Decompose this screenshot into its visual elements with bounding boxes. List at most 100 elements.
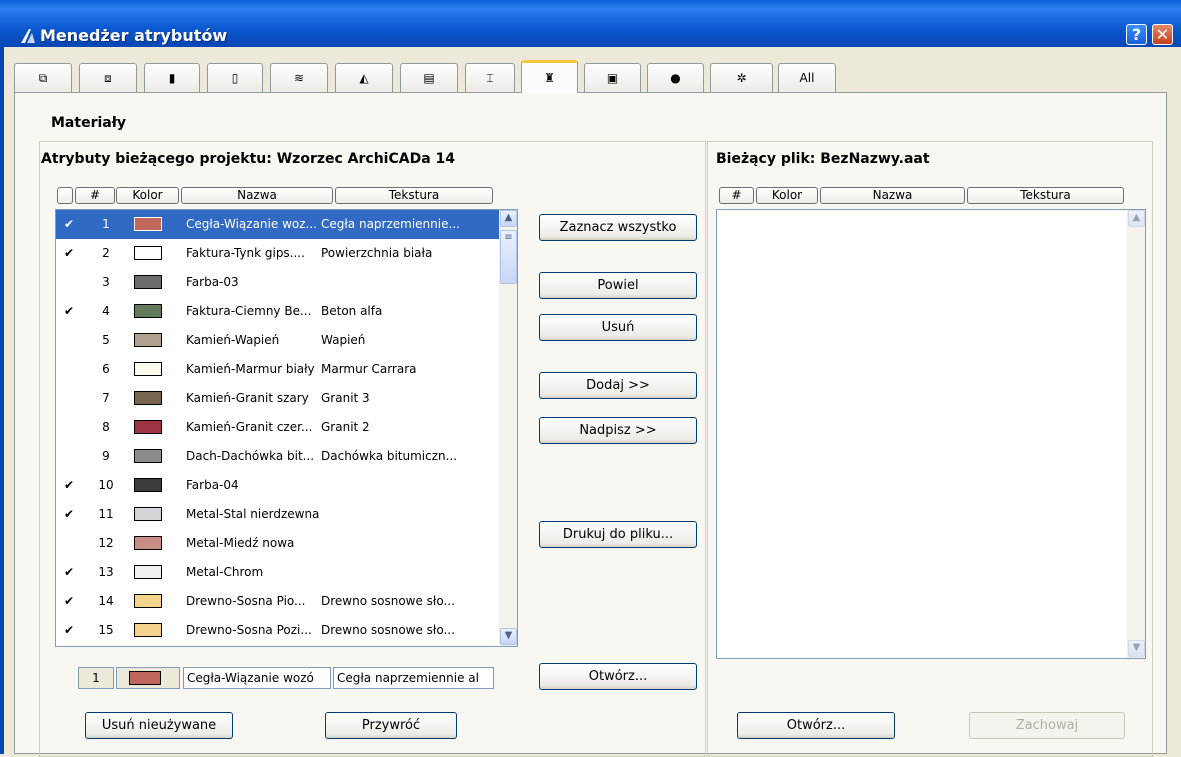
right-header-texture[interactable]: Tekstura: [967, 187, 1124, 204]
print-to-file-button[interactable]: Drukuj do pliku...: [539, 521, 697, 548]
delete-button[interactable]: Usuń: [539, 314, 697, 341]
fill-types-icon: ◭: [359, 71, 369, 85]
table-row[interactable]: ✔ 2 Faktura-Tynk gips.... Powierzchnia biał…: [56, 239, 499, 268]
row-check-mark: ✔: [64, 623, 75, 637]
overwrite-button[interactable]: Nadpisz >>: [539, 417, 697, 444]
table-row[interactable]: ✔ 11 Metal-Stal nierdzewna: [56, 500, 499, 529]
scroll-thumb[interactable]: ≡: [500, 230, 517, 284]
table-row[interactable]: 6 Kamień-Marmur biały Marmur Carrara: [56, 355, 499, 384]
cities-icon: ●: [670, 71, 681, 85]
tab-line-types[interactable]: ≋: [270, 63, 328, 92]
table-row[interactable]: 5 Kamień-Wapień Wapień: [56, 326, 499, 355]
row-name: Dach-Dachówka bit...: [186, 449, 315, 463]
row-name: Faktura-Tynk gips....: [186, 246, 305, 260]
table-row[interactable]: 3 Farba-03: [56, 268, 499, 297]
row-number: 13: [98, 565, 114, 579]
add-button[interactable]: Dodaj >>: [539, 372, 697, 399]
table-row[interactable]: 12 Metal-Miedź nowa: [56, 529, 499, 558]
right-header-name[interactable]: Nazwa: [820, 187, 965, 204]
materials-icon: ♜: [544, 71, 555, 85]
left-scrollbar[interactable]: ▲ ≡ ▼: [499, 210, 517, 646]
tab-mep-systems[interactable]: ✲: [710, 63, 773, 92]
row-name: Farba-04: [186, 478, 239, 492]
table-row[interactable]: ✔ 10 Farba-04: [56, 471, 499, 500]
edit-name-field[interactable]: Cegła-Wiązanie wozó: [183, 667, 331, 689]
row-texture: Wapień: [321, 333, 366, 347]
layers-icon: ⧉: [38, 70, 48, 85]
header-color[interactable]: Kolor: [116, 187, 179, 204]
right-group-title: Bieżący plik: BezNazwy.aat: [716, 151, 930, 167]
tab-label: All: [799, 71, 815, 85]
right-header-color[interactable]: Kolor: [756, 187, 818, 204]
tab-fill-types[interactable]: ◭: [335, 63, 393, 92]
table-row[interactable]: ✔ 13 Metal-Chrom: [56, 558, 499, 587]
open-left-button[interactable]: Otwórz...: [539, 663, 697, 690]
table-row[interactable]: ✔ 4 Faktura-Ciemny Be... Beton alfa: [56, 297, 499, 326]
row-number: 10: [98, 478, 114, 492]
row-color-swatch: [134, 594, 162, 608]
tab-pen-sets[interactable]: ▯: [207, 63, 263, 92]
row-texture: Dachówka bitumiczn...: [321, 449, 458, 463]
tab-materials[interactable]: ♜: [521, 60, 578, 93]
table-row[interactable]: 9 Dach-Dachówka bit... Dachówka bitumiczn.…: [56, 442, 499, 471]
table-row[interactable]: ✔ 1 Cegła-Wiązanie woz... Cegła naprzemienn…: [56, 210, 499, 239]
edit-texture-field[interactable]: Cegła naprzemiennie al: [333, 667, 494, 689]
row-color-swatch: [134, 565, 162, 579]
row-texture: Marmur Carrara: [321, 362, 417, 376]
archicad-logo-icon: [21, 29, 35, 43]
scroll-up-icon[interactable]: ▲: [500, 210, 517, 227]
line-types-icon: ≋: [293, 71, 305, 85]
row-number: 1: [102, 217, 110, 231]
row-number: 5: [102, 333, 110, 347]
close-button[interactable]: ✕: [1152, 24, 1173, 45]
right-scrollbar[interactable]: ▲ ▼: [1127, 210, 1145, 658]
tab-pens-colors[interactable]: ▮: [144, 63, 200, 92]
edit-color[interactable]: [116, 667, 180, 689]
table-row[interactable]: 8 Kamień-Granit czer... Granit 2: [56, 413, 499, 442]
header-name[interactable]: Nazwa: [181, 187, 333, 204]
scroll-down-icon[interactable]: ▼: [500, 628, 517, 645]
tab-layers[interactable]: ⧉: [14, 63, 72, 92]
row-number: 2: [102, 246, 110, 260]
save-button[interactable]: Zachowaj: [969, 712, 1125, 739]
tab-profiles[interactable]: ⌶: [465, 63, 515, 92]
window-title: Menedżer atrybutów: [40, 26, 228, 45]
open-right-button[interactable]: Otwórz...: [737, 712, 895, 739]
right-attribute-list[interactable]: ▲ ▼: [716, 209, 1146, 659]
right-scroll-up-icon[interactable]: ▲: [1128, 210, 1145, 227]
remove-unused-button[interactable]: Usuń nieużywane: [85, 712, 233, 739]
header-texture[interactable]: Tekstura: [335, 187, 493, 204]
tab-composites[interactable]: ▤: [400, 63, 458, 92]
restore-button[interactable]: Przywróć: [325, 712, 457, 739]
tab-all[interactable]: All: [778, 63, 836, 92]
table-row[interactable]: ✔ 15 Drewno-Sosna Pozi... Drewno sosnowe sł…: [56, 616, 499, 645]
title-bar: Menedżer atrybutów ? ✕: [0, 0, 1181, 47]
row-number: 3: [102, 275, 110, 289]
tab-zones[interactable]: ▣: [584, 63, 641, 92]
row-number: 7: [102, 391, 110, 405]
row-name: Metal-Stal nierdzewna: [186, 507, 320, 521]
pen-sets-icon: ▯: [231, 71, 239, 85]
zones-icon: ▣: [606, 71, 619, 85]
right-header-num[interactable]: #: [719, 187, 754, 204]
tab-cities[interactable]: ●: [647, 63, 704, 92]
duplicate-button[interactable]: Powiel: [539, 272, 697, 299]
header-check[interactable]: [57, 187, 73, 204]
edit-num: 1: [78, 667, 114, 689]
row-number: 4: [102, 304, 110, 318]
left-attribute-list[interactable]: ✔ 1 Cegła-Wiązanie woz... Cegła naprzemienn…: [55, 209, 518, 647]
row-check-mark: ✔: [64, 565, 75, 579]
row-number: 6: [102, 362, 110, 376]
right-scroll-down-icon[interactable]: ▼: [1128, 640, 1145, 657]
table-row[interactable]: ✔ 14 Drewno-Sosna Pio... Drewno sosnowe sło…: [56, 587, 499, 616]
row-name: Metal-Chrom: [186, 565, 264, 579]
help-button[interactable]: ?: [1126, 24, 1147, 45]
layer-combinations-icon: ⧈: [104, 70, 112, 85]
tab-layer-combinations[interactable]: ⧈: [79, 63, 137, 92]
row-name: Metal-Miedź nowa: [186, 536, 295, 550]
header-num[interactable]: #: [75, 187, 115, 204]
row-color-swatch: [134, 333, 162, 347]
pens-colors-icon: ▮: [168, 71, 176, 85]
select-all-button[interactable]: Zaznacz wszystko: [539, 214, 697, 241]
table-row[interactable]: 7 Kamień-Granit szary Granit 3: [56, 384, 499, 413]
